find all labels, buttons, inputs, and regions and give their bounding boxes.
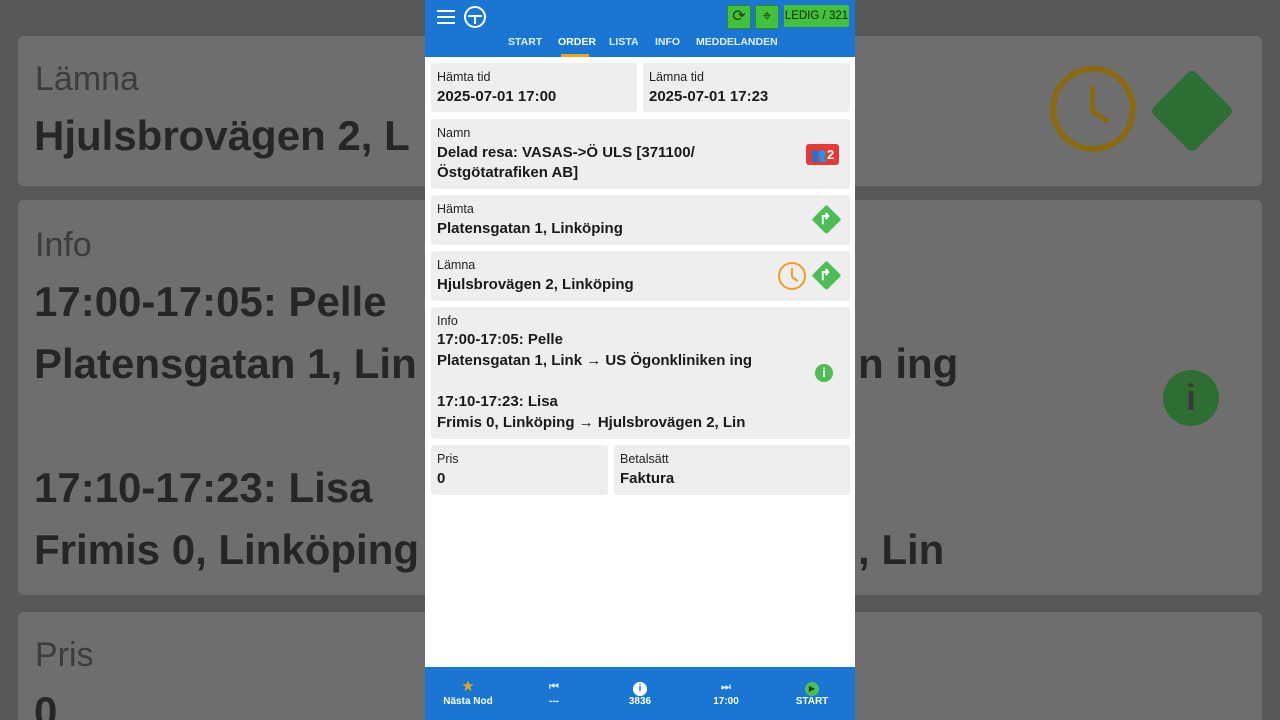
start-button[interactable]: ▶ START — [769, 667, 855, 720]
tab-meddelanden[interactable]: MEDDELANDEN — [696, 36, 778, 48]
bg-clock-icon — [1050, 66, 1136, 152]
lamna-card: Lämna Hjulsbrovägen 2, Linköping ↱ — [431, 251, 850, 301]
tab-lista[interactable]: LISTA — [609, 36, 639, 48]
next-button[interactable]: ⏭ 17:00 — [683, 667, 769, 720]
directions-icon: ↱ — [819, 210, 832, 228]
passenger-count: 2 — [826, 147, 835, 162]
pris-card: Pris 0 — [431, 445, 608, 495]
skip-previous-icon: ⏮ — [549, 681, 559, 693]
bg-pris-label: Pris — [35, 636, 94, 674]
skip-next-icon: ⏭ — [721, 681, 731, 693]
bg-info-icon: i — [1163, 370, 1219, 426]
next-time-label: 17:00 — [713, 696, 739, 707]
lamna-tid-value: 2025-07-01 17:23 — [649, 88, 769, 105]
bg-pris-value: 0 — [34, 688, 58, 720]
hamta-tid-card: Hämta tid 2025-07-01 17:00 — [431, 63, 637, 112]
bg-lamna-value: Hjulsbrovägen 2, L — [34, 112, 410, 159]
nasta-nod-button[interactable]: ★ Nästa Nod — [425, 667, 511, 720]
bg-info-line2a: Platensgatan 1, Lin — [34, 340, 417, 387]
gps-icon: ⌖ — [762, 8, 772, 25]
star-icon: ★ — [461, 678, 475, 695]
start-label: START — [795, 696, 829, 707]
bg-lamna-label: Lämna — [35, 60, 139, 98]
order-number-label: 3836 — [628, 696, 652, 707]
pris-label: Pris — [437, 452, 459, 466]
active-tab-indicator — [561, 54, 589, 57]
hamta-value: Platensgatan 1, Linköping — [437, 220, 623, 237]
status-button[interactable]: LEDIG / 321 — [784, 5, 849, 27]
bg-info-line4b: , Lin — [858, 526, 945, 573]
lamna-tid-card: Lämna tid 2025-07-01 17:23 — [643, 63, 850, 112]
sync-icon: ⟳ — [732, 8, 746, 25]
namn-card: Namn Delad resa: VASAS->Ö ULS [371100/ Ö… — [431, 119, 850, 189]
info-icon: i — [597, 680, 683, 696]
tab-bar: START ORDER LISTA INFO MEDDELANDEN — [425, 34, 855, 57]
menu-icon[interactable] — [437, 10, 455, 24]
lamna-label: Lämna — [437, 258, 476, 272]
namn-label: Namn — [437, 126, 471, 140]
info-label: Info — [437, 314, 458, 328]
bg-info-line3: 17:10-17:23: Lisa — [34, 464, 373, 511]
info-line: Platensgatan 1, Link → US Ögonkliniken i… — [437, 352, 753, 369]
previous-label: --- — [549, 696, 559, 707]
betalsatt-value: Faktura — [620, 470, 675, 487]
nasta-nod-label: Nästa Nod — [443, 696, 493, 707]
info-card: Info 17:00-17:05: Pelle Platensgatan 1, … — [431, 307, 850, 439]
group-icon: 👥 — [810, 147, 827, 162]
info-icon[interactable]: i — [815, 364, 833, 382]
lamna-directions-button[interactable]: ↱ — [811, 260, 842, 291]
tab-start[interactable]: START — [508, 36, 542, 48]
previous-button[interactable]: ⏮ --- — [511, 667, 597, 720]
directions-icon: ↱ — [819, 266, 832, 284]
lamna-tid-label: Lämna tid — [649, 70, 704, 84]
betalsatt-label: Betalsätt — [620, 452, 669, 466]
bg-info-line4a: Frimis 0, Linköping — [34, 526, 420, 573]
steering-wheel-icon — [464, 6, 486, 28]
play-circle-icon: ▶ — [769, 680, 855, 696]
info-line: Frimis 0, Linköping → Hjulsbrovägen 2, L… — [437, 414, 746, 431]
phone-screen: ⟳ ⌖ LEDIG / 321 START ORDER LISTA INFO M… — [425, 0, 855, 720]
order-info-button[interactable]: i 3836 — [597, 667, 683, 720]
namn-line1: Delad resa: VASAS->Ö ULS [371100/ — [437, 144, 695, 161]
bg-info-label: Info — [35, 226, 92, 264]
gps-button[interactable]: ⌖ — [755, 5, 779, 29]
passenger-count-badge[interactable]: 👥2 — [806, 144, 839, 165]
top-app-bar: ⟳ ⌖ LEDIG / 321 START ORDER LISTA INFO M… — [425, 0, 855, 57]
bg-directions-icon — [1149, 68, 1235, 154]
lamna-value: Hjulsbrovägen 2, Linköping — [437, 276, 634, 293]
sync-button[interactable]: ⟳ — [727, 5, 751, 29]
pris-value: 0 — [437, 470, 446, 487]
hamta-label: Hämta — [437, 202, 474, 216]
namn-line2: Östgötatrafiken AB] — [437, 164, 579, 181]
bottom-nav: ★ Nästa Nod ⏮ --- i 3836 ⏭ 17:00 ▶ START — [425, 667, 855, 720]
info-line: 17:00-17:05: Pelle — [437, 331, 563, 348]
bg-info-line1: 17:00-17:05: Pelle — [34, 278, 387, 325]
hamta-directions-button[interactable]: ↱ — [811, 204, 842, 235]
betalsatt-card: Betalsätt Faktura — [614, 445, 850, 495]
hamta-tid-value: 2025-07-01 17:00 — [437, 88, 557, 105]
hamta-card: Hämta Platensgatan 1, Linköping ↱ — [431, 195, 850, 245]
tab-order[interactable]: ORDER — [558, 36, 596, 48]
clock-icon[interactable] — [778, 262, 806, 290]
info-line: 17:10-17:23: Lisa — [437, 393, 558, 410]
bg-info-line2b: n ing — [858, 340, 959, 387]
hamta-tid-label: Hämta tid — [437, 70, 491, 84]
tab-info[interactable]: INFO — [655, 36, 680, 48]
